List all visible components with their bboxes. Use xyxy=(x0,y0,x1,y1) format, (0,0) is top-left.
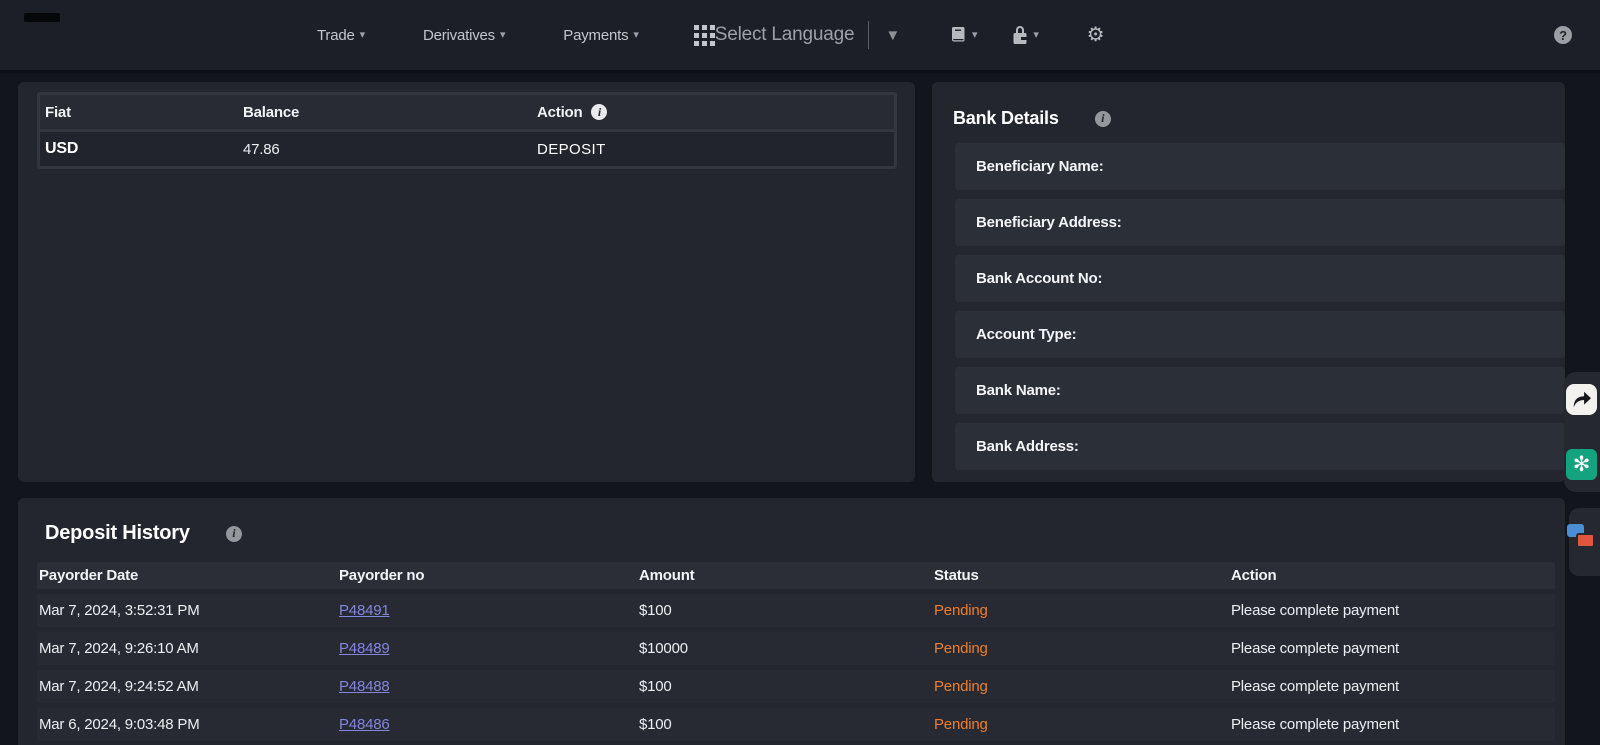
share-icon[interactable] xyxy=(1566,384,1597,415)
deposit-history-panel: Deposit History Payorder Date Payorder n… xyxy=(18,498,1565,745)
chatgpt-icon[interactable] xyxy=(1566,449,1597,480)
status-badge: Pending xyxy=(934,716,1231,733)
navbar-right: Select Language xyxy=(715,21,1572,49)
bank-field-bank-address: Bank Address: xyxy=(955,423,1565,470)
action-col-header: Action xyxy=(1231,567,1555,584)
status-badge: Pending xyxy=(934,602,1231,619)
book-icon xyxy=(948,25,968,45)
page-content: Fiat Balance Action USD 47.86 DEPOSIT xyxy=(0,73,1600,745)
row-action-text: Please complete payment xyxy=(1231,678,1555,695)
row-action-text: Please complete payment xyxy=(1231,716,1555,733)
amount: $100 xyxy=(639,678,934,695)
row-action-text: Please complete payment xyxy=(1231,640,1555,657)
nav-menu-trade[interactable]: Trade xyxy=(317,27,365,44)
payorder-date: Mar 6, 2024, 9:03:48 PM xyxy=(37,716,339,733)
deposit-history-title: Deposit History xyxy=(45,522,190,545)
app-logo[interactable] xyxy=(24,13,60,22)
bank-field-account-type: Account Type: xyxy=(955,311,1565,358)
table-row: Mar 7, 2024, 3:52:31 PM P48491 $100 Pend… xyxy=(37,594,1555,627)
select-language-button[interactable]: Select Language xyxy=(715,24,855,46)
settings-gear-icon[interactable] xyxy=(1087,25,1105,45)
book-menu-button[interactable] xyxy=(948,25,977,45)
bank-field-label: Bank Name: xyxy=(976,382,1061,399)
nav-menu-payments[interactable]: Payments xyxy=(563,27,638,44)
table-row: Mar 7, 2024, 9:24:52 AM P48488 $100 Pend… xyxy=(37,670,1555,703)
nav-menu-payments-label: Payments xyxy=(563,27,628,44)
table-row: Mar 6, 2024, 9:03:48 PM P48486 $100 Pend… xyxy=(37,708,1555,741)
amount-col-header: Amount xyxy=(639,567,934,584)
status-col-header: Status xyxy=(934,567,1231,584)
payorder-no-col-header: Payorder no xyxy=(339,567,639,584)
fiat-table-header: Fiat Balance Action xyxy=(40,95,894,129)
main-nav: Trade Derivatives Payments xyxy=(317,27,639,44)
payorder-no-link[interactable]: P48491 xyxy=(339,602,390,619)
nav-menu-derivatives-label: Derivatives xyxy=(423,27,495,44)
payorder-no-link[interactable]: P48488 xyxy=(339,678,390,695)
fiat-balance-panel: Fiat Balance Action USD 47.86 DEPOSIT xyxy=(18,82,915,482)
chevron-down-icon xyxy=(972,30,977,41)
divider xyxy=(868,21,869,49)
chevron-down-icon xyxy=(360,30,365,41)
nav-menu-trade-label: Trade xyxy=(317,27,355,44)
chevron-down-icon xyxy=(500,30,505,41)
bank-field-label: Account Type: xyxy=(976,326,1076,343)
amount: $10000 xyxy=(639,640,934,657)
bank-field-account-no: Bank Account No: xyxy=(955,255,1565,302)
lock-menu-button[interactable] xyxy=(1011,25,1038,46)
bank-details-info-icon[interactable] xyxy=(1095,111,1111,127)
payorder-date: Mar 7, 2024, 9:24:52 AM xyxy=(37,678,339,695)
bank-field-label: Beneficiary Address: xyxy=(976,214,1122,231)
chat-bubble-red xyxy=(1576,533,1595,548)
payorder-date: Mar 7, 2024, 3:52:31 PM xyxy=(37,602,339,619)
help-icon[interactable] xyxy=(1554,26,1572,44)
bank-field-label: Bank Address: xyxy=(976,438,1079,455)
fiat-table: Fiat Balance Action USD 47.86 DEPOSIT xyxy=(37,92,897,169)
top-navbar: Trade Derivatives Payments Select Langua… xyxy=(0,0,1600,73)
deposit-history-info-icon[interactable] xyxy=(226,526,242,542)
fiat-col-header: Fiat xyxy=(40,104,243,121)
language-dropdown-icon[interactable] xyxy=(885,27,900,44)
amount: $100 xyxy=(639,716,934,733)
payorder-no-link[interactable]: P48486 xyxy=(339,716,390,733)
deposit-table-header: Payorder Date Payorder no Amount Status … xyxy=(37,562,1555,589)
chat-bubbles-icon[interactable] xyxy=(1567,524,1597,552)
action-col-header: Action xyxy=(537,104,582,121)
apps-grid-icon[interactable] xyxy=(694,25,715,46)
action-info-icon[interactable] xyxy=(591,104,607,120)
bank-details-title: Bank Details xyxy=(953,108,1059,129)
bank-field-label: Beneficiary Name: xyxy=(976,158,1104,175)
bank-field-label: Bank Account No: xyxy=(976,270,1102,287)
bank-details-fields: Beneficiary Name: Beneficiary Address: B… xyxy=(955,143,1565,470)
chevron-down-icon xyxy=(633,30,638,41)
fiat-balance-value: 47.86 xyxy=(243,141,537,158)
share-arrow-icon xyxy=(1571,390,1592,409)
status-badge: Pending xyxy=(934,678,1231,695)
table-row: Mar 7, 2024, 9:26:10 AM P48489 $10000 Pe… xyxy=(37,632,1555,665)
payorder-date-col-header: Payorder Date xyxy=(37,567,339,584)
balance-col-header: Balance xyxy=(243,104,537,121)
fiat-currency: USD xyxy=(40,140,243,158)
chevron-down-icon xyxy=(1033,30,1038,41)
nav-menu-derivatives[interactable]: Derivatives xyxy=(423,27,505,44)
bank-field-beneficiary-address: Beneficiary Address: xyxy=(955,199,1565,246)
fiat-row-usd: USD 47.86 DEPOSIT xyxy=(40,132,894,166)
bank-field-beneficiary-name: Beneficiary Name: xyxy=(955,143,1565,190)
deposit-history-table: Payorder Date Payorder no Amount Status … xyxy=(37,562,1555,741)
lock-icon xyxy=(1011,25,1029,46)
amount: $100 xyxy=(639,602,934,619)
bank-field-bank-name: Bank Name: xyxy=(955,367,1565,414)
payorder-no-link[interactable]: P48489 xyxy=(339,640,390,657)
bank-details-panel: Bank Details Beneficiary Name: Beneficia… xyxy=(932,82,1565,482)
deposit-action-link[interactable]: DEPOSIT xyxy=(537,141,606,158)
status-badge: Pending xyxy=(934,640,1231,657)
row-action-text: Please complete payment xyxy=(1231,602,1555,619)
payorder-date: Mar 7, 2024, 9:26:10 AM xyxy=(37,640,339,657)
